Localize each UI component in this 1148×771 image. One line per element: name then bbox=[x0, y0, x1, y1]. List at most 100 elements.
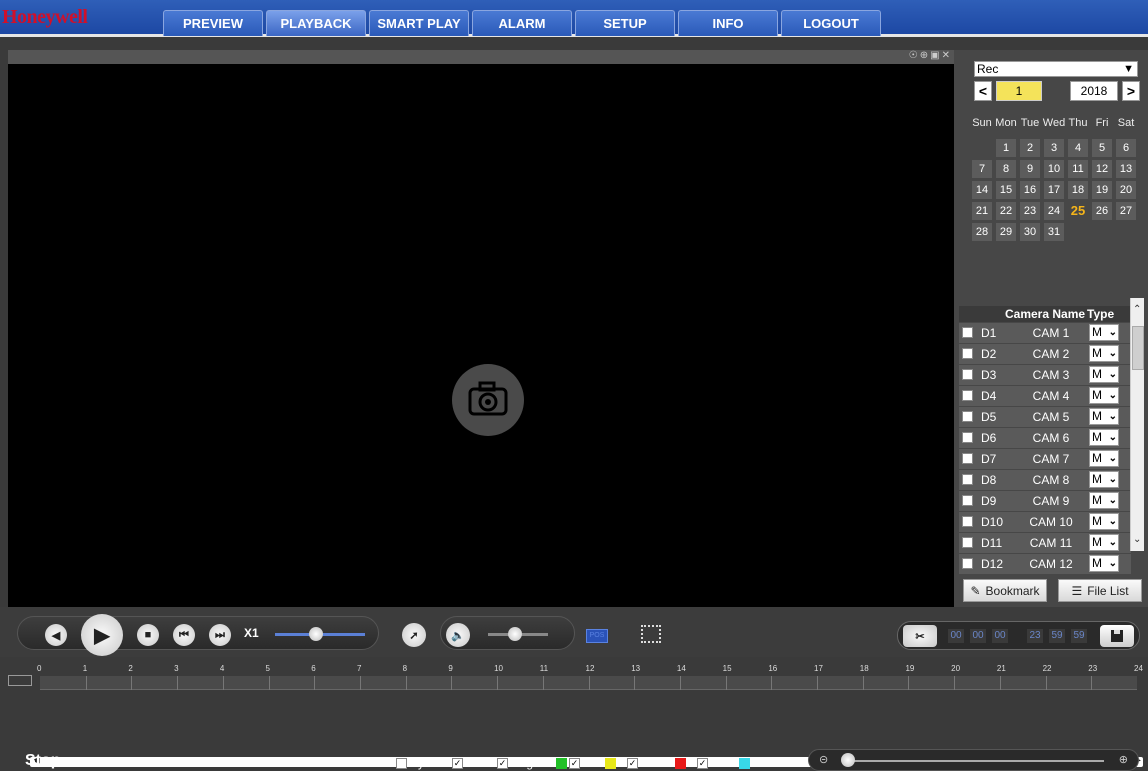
zoom-in-icon[interactable]: ⊕ bbox=[1119, 753, 1128, 766]
tab-preview[interactable]: PREVIEW bbox=[163, 10, 263, 36]
clip-end-minute[interactable]: 59 bbox=[1049, 629, 1065, 643]
volume-icon[interactable]: 🔈 bbox=[446, 623, 470, 647]
tab-playback[interactable]: PLAYBACK bbox=[266, 10, 366, 36]
camera-type-select[interactable]: M ⌄ bbox=[1089, 450, 1119, 467]
camera-checkbox[interactable] bbox=[962, 558, 973, 569]
calendar-day[interactable]: 24 bbox=[1044, 202, 1064, 220]
calendar-day[interactable]: 31 bbox=[1044, 223, 1064, 241]
calendar-day[interactable]: 10 bbox=[1044, 160, 1064, 178]
calendar-day[interactable]: 27 bbox=[1116, 202, 1136, 220]
pin-button[interactable]: ➚ bbox=[402, 623, 426, 647]
calendar-day[interactable]: 21 bbox=[972, 202, 992, 220]
camera-checkbox[interactable] bbox=[962, 411, 973, 422]
filter-pos[interactable]: ✓ POS bbox=[697, 756, 751, 770]
next-month-button[interactable]: > bbox=[1122, 81, 1140, 101]
camera-checkbox[interactable] bbox=[962, 453, 973, 464]
pos-badge[interactable]: POS bbox=[586, 629, 608, 643]
calendar-day[interactable]: 19 bbox=[1092, 181, 1112, 199]
camera-type-select[interactable]: M ⌄ bbox=[1089, 555, 1119, 572]
chevron-up-icon[interactable]: ⌃ bbox=[1133, 304, 1141, 315]
camera-type-select[interactable]: M ⌄ bbox=[1089, 513, 1119, 530]
filter-all[interactable]: ✓ All bbox=[452, 756, 479, 770]
calendar-day[interactable]: 11 bbox=[1068, 160, 1088, 178]
camera-row[interactable]: D1 CAM 1 M ⌄ bbox=[959, 323, 1131, 343]
camera-row[interactable]: D5 CAM 5 M ⌄ bbox=[959, 407, 1131, 427]
zoom-slider[interactable] bbox=[849, 760, 1104, 762]
filter-checkbox[interactable]: ✓ bbox=[452, 757, 463, 769]
camera-row[interactable]: D8 CAM 8 M ⌄ bbox=[959, 470, 1131, 490]
chevron-down-icon[interactable]: ⌄ bbox=[1133, 534, 1141, 545]
tab-logout[interactable]: LOGOUT bbox=[781, 10, 881, 36]
calendar-day[interactable]: 8 bbox=[996, 160, 1016, 178]
filter-checkbox[interactable]: ✓ bbox=[569, 757, 580, 769]
calendar-day[interactable]: 13 bbox=[1116, 160, 1136, 178]
camera-type-select[interactable]: M ⌄ bbox=[1089, 534, 1119, 551]
clip-end-hour[interactable]: 23 bbox=[1027, 629, 1043, 643]
scissors-icon[interactable]: ✂ bbox=[903, 625, 937, 647]
file-list-button[interactable]: ☰ File List bbox=[1058, 579, 1142, 602]
camera-type-select[interactable]: M ⌄ bbox=[1089, 345, 1119, 362]
eye-icon[interactable]: ☉ bbox=[909, 50, 918, 61]
video-window[interactable] bbox=[8, 64, 954, 607]
calendar-day[interactable]: 30 bbox=[1020, 223, 1040, 241]
record-type-select[interactable]: Rec ▼ bbox=[974, 61, 1138, 77]
calendar-day[interactable]: 12 bbox=[1092, 160, 1112, 178]
camera-row[interactable]: D12 CAM 12 M ⌄ bbox=[959, 554, 1131, 574]
camera-row[interactable]: D9 CAM 9 M ⌄ bbox=[959, 491, 1131, 511]
filter-md[interactable]: ✓ MD bbox=[569, 756, 616, 770]
camera-checkbox[interactable] bbox=[962, 390, 973, 401]
camera-type-select[interactable]: M ⌄ bbox=[1089, 429, 1119, 446]
clip-start-second[interactable]: 00 bbox=[992, 629, 1008, 643]
prev-month-button[interactable]: < bbox=[974, 81, 992, 101]
prev-frame-button[interactable]: ⏮ bbox=[173, 624, 195, 646]
calendar-day[interactable]: 2 bbox=[1020, 139, 1040, 157]
filter-sync[interactable]: Sync bbox=[396, 756, 437, 770]
clip-start-minute[interactable]: 00 bbox=[970, 629, 986, 643]
next-frame-button[interactable]: ⏭ bbox=[209, 624, 231, 646]
camera-row[interactable]: D3 CAM 3 M ⌄ bbox=[959, 365, 1131, 385]
clip-end-second[interactable]: 59 bbox=[1071, 629, 1087, 643]
calendar-day[interactable]: 22 bbox=[996, 202, 1016, 220]
camera-type-select[interactable]: M ⌄ bbox=[1089, 366, 1119, 383]
filter-alarm[interactable]: ✓ Alarm bbox=[627, 756, 687, 770]
calendar-day[interactable]: 1 bbox=[996, 139, 1016, 157]
calendar-day[interactable]: 20 bbox=[1116, 181, 1136, 199]
camera-checkbox[interactable] bbox=[962, 495, 973, 506]
stop-button[interactable]: ■ bbox=[137, 624, 159, 646]
play-button[interactable]: ▶ bbox=[81, 614, 123, 656]
camera-checkbox[interactable] bbox=[962, 369, 973, 380]
calendar-day[interactable]: 4 bbox=[1068, 139, 1088, 157]
calendar-day[interactable]: 25 bbox=[1068, 202, 1088, 220]
tab-info[interactable]: INFO bbox=[678, 10, 778, 36]
calendar-day[interactable]: 5 bbox=[1092, 139, 1112, 157]
calendar-day[interactable]: 3 bbox=[1044, 139, 1064, 157]
calendar-day[interactable]: 7 bbox=[972, 160, 992, 178]
zoom-slider-knob[interactable] bbox=[841, 753, 855, 767]
calendar-day[interactable]: 23 bbox=[1020, 202, 1040, 220]
camera-checkbox[interactable] bbox=[962, 537, 973, 548]
calendar-day[interactable]: 18 bbox=[1068, 181, 1088, 199]
camera-row[interactable]: D6 CAM 6 M ⌄ bbox=[959, 428, 1131, 448]
year-field[interactable]: 2018 bbox=[1070, 81, 1118, 101]
camera-type-select[interactable]: M ⌄ bbox=[1089, 408, 1119, 425]
tab-setup[interactable]: SETUP bbox=[575, 10, 675, 36]
close-icon[interactable]: ✕ bbox=[942, 50, 950, 61]
camera-checkbox[interactable] bbox=[962, 432, 973, 443]
calendar-day[interactable]: 28 bbox=[972, 223, 992, 241]
snapshot-icon[interactable]: ▣ bbox=[930, 50, 939, 61]
camera-checkbox[interactable] bbox=[962, 327, 973, 338]
calendar-day[interactable]: 16 bbox=[1020, 181, 1040, 199]
filter-checkbox[interactable]: ✓ bbox=[497, 757, 508, 769]
save-icon[interactable] bbox=[1100, 625, 1134, 647]
camera-type-select[interactable]: M ⌄ bbox=[1089, 492, 1119, 509]
clip-start-hour[interactable]: 00 bbox=[948, 629, 964, 643]
camera-list-scrollbar[interactable]: ⌃ ⌄ bbox=[1130, 298, 1144, 551]
calendar-day[interactable]: 6 bbox=[1116, 139, 1136, 157]
timeline[interactable]: 0 1 2 3 4 5 6 7 8 9 10 11 12 13 14 15 16 17 18 19 20 21 22 23 24 bbox=[0, 657, 1148, 713]
scrollbar-thumb[interactable] bbox=[1132, 326, 1144, 370]
zoom-out-icon[interactable]: ⊝ bbox=[819, 753, 828, 766]
calendar-day[interactable]: 14 bbox=[972, 181, 992, 199]
camera-checkbox[interactable] bbox=[962, 474, 973, 485]
speed-slider-knob[interactable] bbox=[308, 627, 323, 641]
camera-row[interactable]: D10 CAM 10 M ⌄ bbox=[959, 512, 1131, 532]
